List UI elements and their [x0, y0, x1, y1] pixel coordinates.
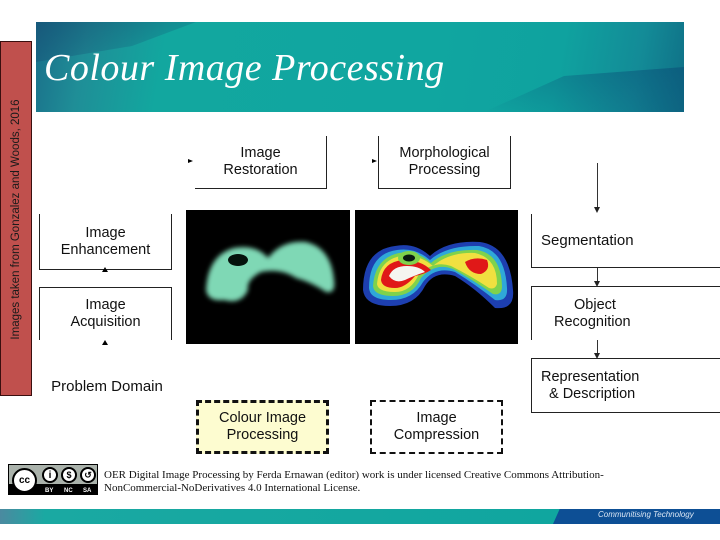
license-line-2: NonCommercial-NoDerivatives 4.0 Internat… [104, 482, 361, 494]
box-label: Image [85, 224, 126, 241]
photo-pseudocolour-tissue [355, 210, 518, 344]
tissue-image-pseudocolour [363, 241, 514, 309]
arrow-right-icon [188, 159, 193, 163]
footer-bar-teal [0, 509, 560, 524]
noncommercial-icon: $ [61, 467, 77, 483]
box-image-acquisition: Image Acquisition [39, 287, 172, 340]
box-problem-domain: Problem Domain [37, 374, 177, 398]
arrow-up-icon [102, 267, 108, 272]
box-label: & Description [549, 385, 636, 402]
box-label: Segmentation [541, 232, 634, 249]
sa-label: SA [83, 488, 92, 494]
box-object-recognition: Object Recognition [531, 286, 720, 340]
box-label: Object [574, 296, 616, 313]
box-label: Colour Image [218, 410, 307, 426]
box-label: Representation [541, 368, 640, 385]
banner-decoration [484, 67, 684, 112]
box-label: Acquisition [70, 314, 141, 330]
box-label: Problem Domain [51, 377, 163, 395]
box-image-enhancement: Image Enhancement [39, 214, 172, 270]
connector-line [597, 340, 598, 354]
box-label: Image [240, 145, 281, 161]
tissue-image-green [206, 241, 335, 302]
box-label: Processing [408, 162, 481, 178]
by-label: BY [45, 488, 54, 494]
footer-tagline: Communitising Technology [598, 510, 694, 519]
box-label: Image [85, 297, 126, 313]
footer-bar: Communitising Technology [0, 509, 720, 524]
connector-line [597, 268, 598, 282]
box-colour-image-processing: Colour Image Processing [196, 400, 329, 454]
box-image-compression: Image Compression [370, 400, 503, 454]
box-representation-description: Representation & Description [531, 358, 720, 413]
box-segmentation: Segmentation [531, 214, 720, 268]
connector-line [597, 163, 598, 210]
arrow-up-icon [102, 340, 108, 345]
box-image-restoration: Image Restoration [195, 136, 327, 189]
title-banner: Colour Image Processing [36, 22, 684, 112]
box-label: Processing [226, 427, 299, 443]
box-label: Compression [393, 427, 480, 443]
arrow-down-icon [594, 207, 600, 213]
box-label: Image [416, 410, 457, 426]
box-morphological-processing: Morphological Processing [378, 136, 511, 189]
creative-commons-badge[interactable]: cc i $ ↺ BY NC SA [8, 464, 98, 495]
box-label: Enhancement [60, 241, 151, 258]
sharealike-icon: ↺ [80, 467, 96, 483]
license-line-1: OER Digital Image Processing by Ferda Er… [104, 469, 604, 481]
cc-icon: cc [12, 468, 37, 493]
arrow-right-icon [372, 159, 377, 163]
box-label: Recognition [554, 313, 631, 330]
license-text: OER Digital Image Processing by Ferda Er… [104, 469, 704, 495]
nc-label: NC [64, 488, 73, 494]
photo-grayscale-green-tissue [186, 210, 350, 344]
box-label: Restoration [223, 162, 298, 178]
slide-title: Colour Image Processing [44, 47, 445, 89]
attribution-icon: i [42, 467, 58, 483]
image-credit-text: Images taken from Gonzalez and Woods, 20… [10, 99, 22, 340]
box-label: Morphological [399, 145, 490, 161]
